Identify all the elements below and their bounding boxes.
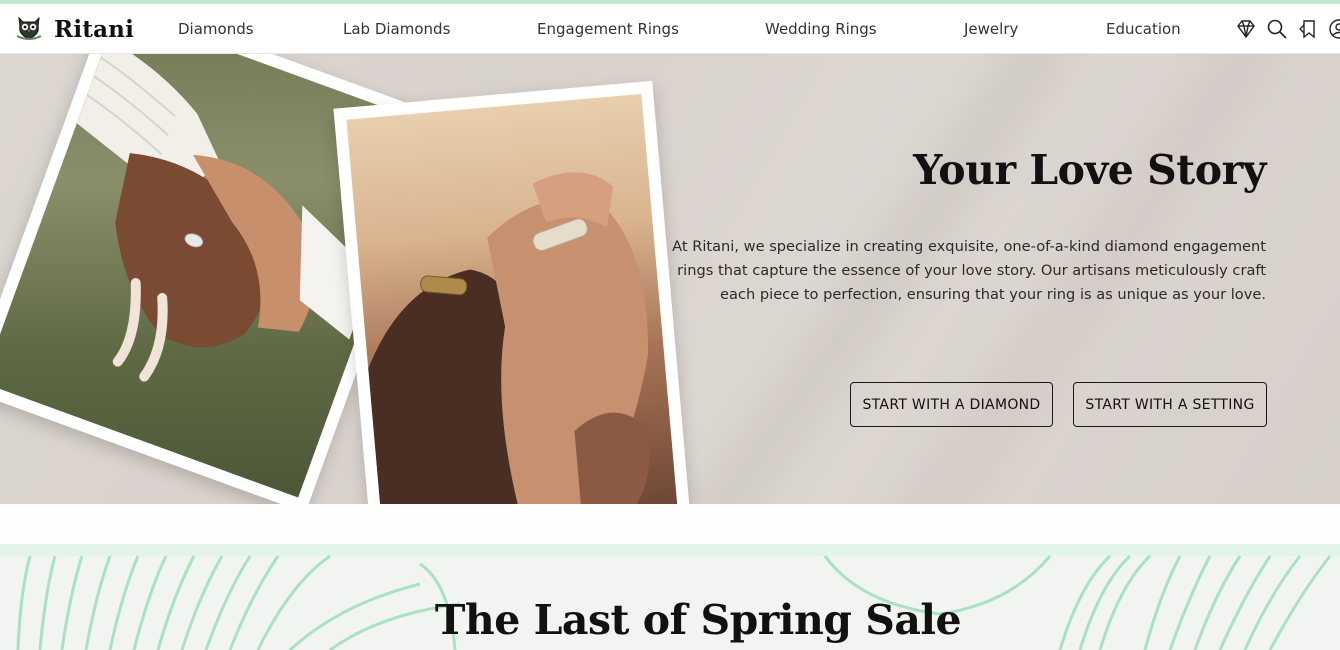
- start-with-diamond-button[interactable]: START WITH A DIAMOND: [850, 382, 1053, 427]
- search-icon[interactable]: [1265, 17, 1289, 41]
- account-icon[interactable]: [1327, 17, 1340, 41]
- site-header: Ritani Diamonds Lab Diamonds Engagement …: [0, 4, 1340, 54]
- photo-wedding-bands: [333, 80, 691, 504]
- spring-sale-banner: The Last of Spring Sale: [0, 544, 1340, 650]
- nav-engagement-rings[interactable]: Engagement Rings: [537, 20, 679, 38]
- owl-icon: [14, 12, 44, 46]
- sale-title: The Last of Spring Sale: [434, 596, 962, 644]
- bookmark-icon[interactable]: [1296, 17, 1320, 41]
- brand-logo[interactable]: Ritani: [14, 13, 134, 45]
- section-spacer: [0, 504, 1340, 544]
- hero-description: At Ritani, we specialize in creating exq…: [672, 238, 1266, 303]
- start-with-setting-button[interactable]: START WITH A SETTING: [1073, 382, 1267, 427]
- hero-title: Your Love Story: [913, 146, 1266, 194]
- nav-diamonds[interactable]: Diamonds: [178, 20, 254, 38]
- hero-section: Your Love Story At Ritani, we specialize…: [0, 54, 1340, 504]
- nav-jewelry[interactable]: Jewelry: [964, 20, 1018, 38]
- diamond-icon[interactable]: [1234, 17, 1258, 41]
- brand-name: Ritani: [54, 15, 135, 43]
- nav-wedding-rings[interactable]: Wedding Rings: [765, 20, 877, 38]
- nav-education[interactable]: Education: [1106, 20, 1181, 38]
- nav-lab-diamonds[interactable]: Lab Diamonds: [343, 20, 450, 38]
